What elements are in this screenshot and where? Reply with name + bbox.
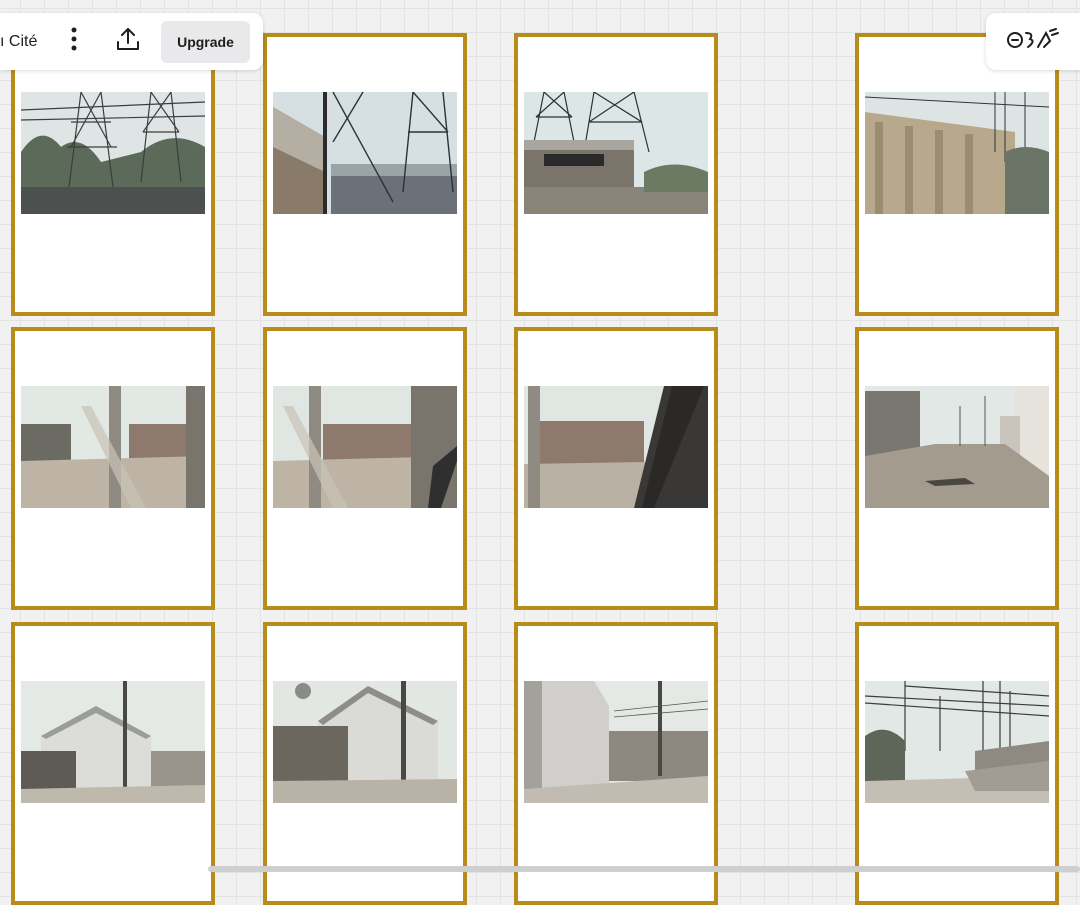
storyboard-frame[interactable] — [514, 622, 718, 905]
export-button[interactable] — [110, 24, 146, 60]
frame-photo — [273, 681, 457, 803]
storyboard-frame[interactable] — [855, 622, 1059, 905]
whiteboard-canvas[interactable]: ı Cité Upgrade — [0, 0, 1080, 905]
frame-photo — [865, 681, 1049, 803]
storyboard-frame[interactable] — [11, 327, 215, 610]
brand-panel — [986, 13, 1080, 70]
top-toolbar: ı Cité Upgrade — [0, 13, 263, 70]
frame-photo — [865, 92, 1049, 214]
storyboard-frame[interactable] — [11, 622, 215, 905]
storyboard-frame[interactable] — [263, 327, 467, 610]
frame-photo — [524, 386, 708, 508]
upgrade-button[interactable]: Upgrade — [161, 20, 250, 63]
more-options-button[interactable] — [56, 24, 92, 60]
storyboard-frame[interactable] — [263, 33, 467, 316]
storyboard-frame[interactable] — [514, 33, 718, 316]
frame-photo — [273, 92, 457, 214]
frame-photo — [21, 386, 205, 508]
document-title[interactable]: ı Cité — [0, 33, 52, 51]
storyboard-frame[interactable] — [855, 327, 1059, 610]
horizontal-scrollbar[interactable] — [208, 866, 1080, 872]
frame-photo — [524, 92, 708, 214]
frame-photo — [21, 681, 205, 803]
storyboard-frame[interactable] — [263, 622, 467, 905]
more-vertical-icon — [71, 27, 77, 56]
brand-logo-icon[interactable] — [1006, 27, 1060, 56]
frame-photo — [865, 386, 1049, 508]
frame-photo — [524, 681, 708, 803]
frame-photo — [273, 386, 457, 508]
storyboard-frame[interactable] — [514, 327, 718, 610]
storyboard-frame[interactable] — [11, 33, 215, 316]
upload-icon — [115, 26, 141, 57]
storyboard-frame[interactable] — [855, 33, 1059, 316]
frame-photo — [21, 92, 205, 214]
